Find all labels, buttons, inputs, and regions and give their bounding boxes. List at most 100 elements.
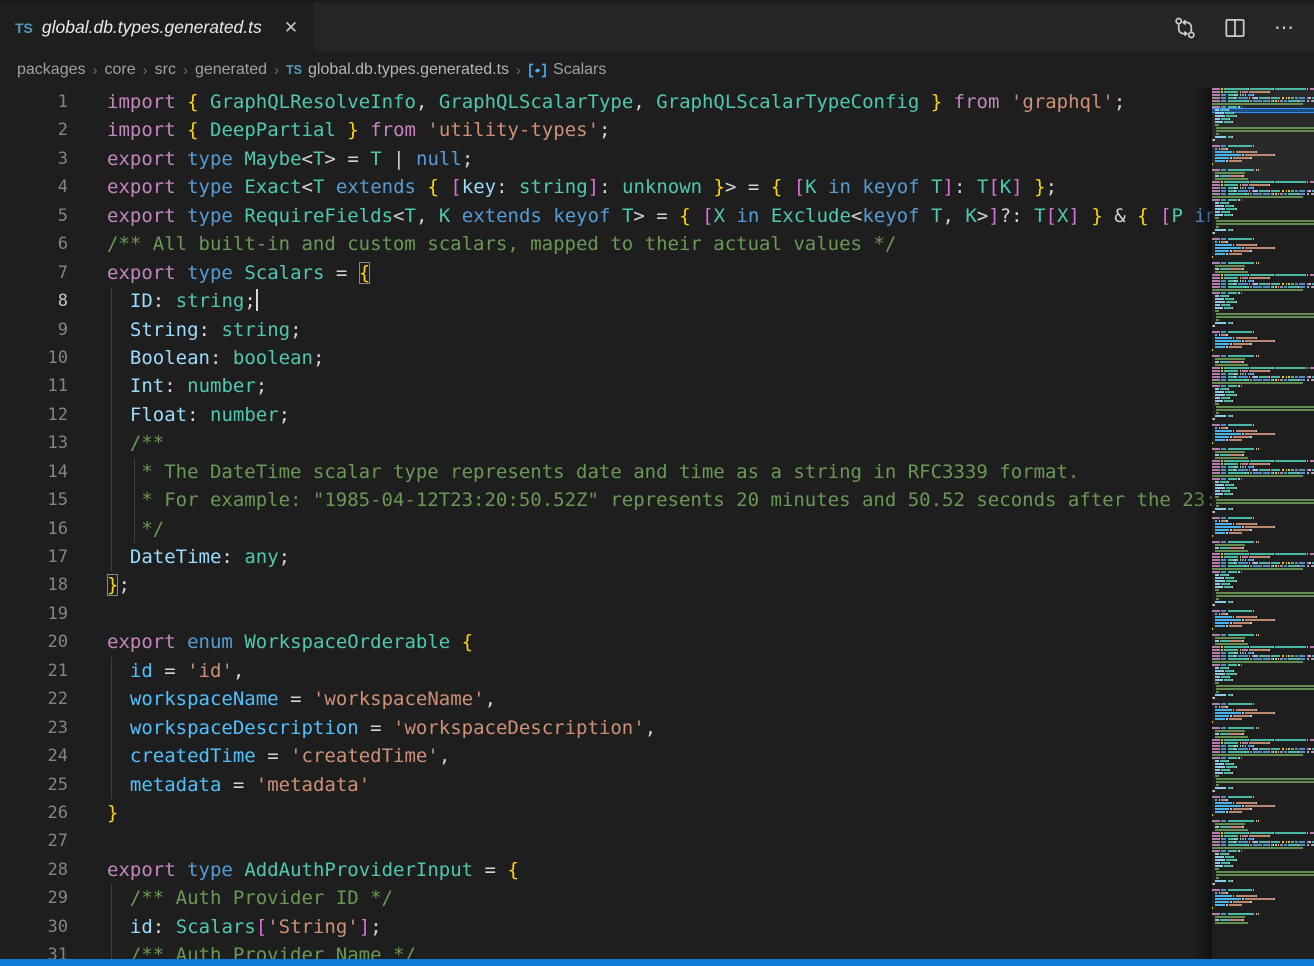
code-line-9[interactable]: 9 String: string; [0, 316, 1212, 344]
breadcrumb-item-generated[interactable]: generated [195, 61, 267, 79]
minimap-token [1221, 757, 1226, 759]
token: export [107, 262, 176, 284]
code-line-7[interactable]: 7export type Scalars = { [0, 259, 1212, 287]
line-number[interactable]: 8 [0, 287, 68, 315]
line-number[interactable]: 21 [0, 657, 68, 685]
tab-close-icon[interactable]: ✕ [280, 17, 302, 39]
line-number[interactable]: 19 [0, 600, 68, 628]
line-number[interactable]: 1 [0, 88, 68, 116]
minimap-token [1271, 562, 1280, 564]
code-line-18[interactable]: 18}; [0, 571, 1212, 599]
code-line-27[interactable]: 27 [0, 827, 1212, 855]
token: ] [588, 176, 599, 198]
code-line-22[interactable]: 22 workspaceName = 'workspaceName', [0, 685, 1212, 713]
minimap-token [1271, 376, 1280, 378]
code-line-13[interactable]: 13 /** [0, 429, 1212, 457]
code-line-29[interactable]: 29 /** Auth Provider ID */ [0, 884, 1212, 912]
editor[interactable]: 1import { GraphQLResolveInfo, GraphQLSca… [0, 88, 1314, 959]
line-number[interactable]: 29 [0, 884, 68, 912]
line-number[interactable]: 22 [0, 685, 68, 713]
line-number[interactable]: 5 [0, 202, 68, 230]
code-line-19[interactable]: 19 [0, 600, 1212, 628]
code-line-5[interactable]: 5export type RequireFields<T, K extends … [0, 202, 1212, 230]
line-number[interactable]: 26 [0, 799, 68, 827]
breadcrumb-item-file[interactable]: global.db.types.generated.ts [308, 61, 509, 79]
line-number[interactable]: 6 [0, 230, 68, 258]
split-editor-icon[interactable] [1222, 15, 1248, 41]
tab-global-db-types-generated[interactable]: TS global.db.types.generated.ts ✕ [0, 3, 314, 52]
code-line-3[interactable]: 3export type Maybe<T> = T | null; [0, 145, 1212, 173]
line-number[interactable]: 27 [0, 827, 68, 855]
code-line-20[interactable]: 20export enum WorkspaceOrderable { [0, 628, 1212, 656]
line-number[interactable]: 16 [0, 515, 68, 543]
line-number[interactable]: 14 [0, 458, 68, 486]
minimap-token [1236, 841, 1237, 843]
code-line-21[interactable]: 21 id = 'id', [0, 657, 1212, 685]
line-number[interactable]: 13 [0, 429, 68, 457]
line-number[interactable]: 4 [0, 173, 68, 201]
minimap-token [1215, 241, 1218, 243]
minimap-token [1215, 892, 1218, 894]
line-number[interactable]: 28 [0, 856, 68, 884]
breadcrumb-item-core[interactable]: core [105, 61, 136, 79]
line-number[interactable]: 11 [0, 372, 68, 400]
code-line-23[interactable]: 23 workspaceDescription = 'workspaceDesc… [0, 714, 1212, 742]
code-line-8[interactable]: 8 ID: string; [0, 287, 1212, 315]
minimap-token [1224, 367, 1248, 369]
minimap-token [1224, 493, 1232, 495]
line-number[interactable]: 17 [0, 543, 68, 571]
line-number[interactable]: 23 [0, 714, 68, 742]
line-number[interactable]: 3 [0, 145, 68, 173]
code-line-15[interactable]: 15 * For example: "1985-04-12T23:20:50.5… [0, 486, 1212, 514]
code-line-1[interactable]: 1import { GraphQLResolveInfo, GraphQLSca… [0, 88, 1212, 116]
code-line-26[interactable]: 26} [0, 799, 1212, 827]
minimap-token [1299, 658, 1306, 660]
line-number[interactable]: 31 [0, 941, 68, 959]
line-number[interactable]: 30 [0, 913, 68, 941]
code-line-4[interactable]: 4export type Exact<T extends { [key: str… [0, 173, 1212, 201]
minimap-token [1221, 490, 1229, 492]
code-line-24[interactable]: 24 createdTime = 'createdTime', [0, 742, 1212, 770]
minimap-token [1245, 187, 1246, 189]
token: X [1057, 205, 1068, 227]
open-changes-icon[interactable] [1172, 15, 1198, 41]
minimap-token [1213, 418, 1214, 420]
line-number[interactable]: 10 [0, 344, 68, 372]
code-line-28[interactable]: 28export type AddAuthProviderInput = { [0, 856, 1212, 884]
minimap-token [1212, 100, 1220, 102]
minimap-token [1282, 751, 1283, 753]
line-number[interactable]: 18 [0, 571, 68, 599]
code-line-16[interactable]: 16 */ [0, 515, 1212, 543]
code-area[interactable]: 1import { GraphQLResolveInfo, GraphQLSca… [0, 88, 1212, 959]
code-line-12[interactable]: 12 Float: number; [0, 401, 1212, 429]
token: null [416, 148, 462, 170]
minimap-token [1229, 346, 1242, 348]
breadcrumb-item-symbol[interactable]: Scalars [553, 61, 606, 79]
code-line-31[interactable]: 31 /** Auth Provider Name */ [0, 941, 1212, 959]
line-number[interactable]: 25 [0, 771, 68, 799]
minimap-row [1212, 796, 1314, 798]
line-number[interactable]: 12 [0, 401, 68, 429]
minimap-token [1230, 808, 1231, 810]
line-number[interactable]: 15 [0, 486, 68, 514]
code-line-30[interactable]: 30 id: Scalars['String']; [0, 913, 1212, 941]
code-line-10[interactable]: 10 Boolean: boolean; [0, 344, 1212, 372]
code-line-14[interactable]: 14 * The DateTime scalar type represents… [0, 458, 1212, 486]
minimap-token [1273, 472, 1274, 474]
code-line-11[interactable]: 11 Int: number; [0, 372, 1212, 400]
line-number[interactable]: 7 [0, 259, 68, 287]
code-line-6[interactable]: 6/** All built-in and custom scalars, ma… [0, 230, 1212, 258]
minimap[interactable] [1212, 88, 1314, 959]
code-line-2[interactable]: 2import { DeepPartial } from 'utility-ty… [0, 116, 1212, 144]
code-line-25[interactable]: 25 metadata = 'metadata' [0, 771, 1212, 799]
line-number[interactable]: 9 [0, 316, 68, 344]
line-number[interactable]: 2 [0, 116, 68, 144]
minimap-token [1212, 94, 1220, 96]
breadcrumb-item-src[interactable]: src [155, 61, 176, 79]
code-line-17[interactable]: 17 DateTime: any; [0, 543, 1212, 571]
line-number[interactable]: 24 [0, 742, 68, 770]
line-number[interactable]: 20 [0, 628, 68, 656]
more-actions-icon[interactable]: ⋯ [1272, 15, 1298, 41]
minimap-row [1212, 655, 1314, 657]
breadcrumb-item-packages[interactable]: packages [17, 61, 86, 79]
